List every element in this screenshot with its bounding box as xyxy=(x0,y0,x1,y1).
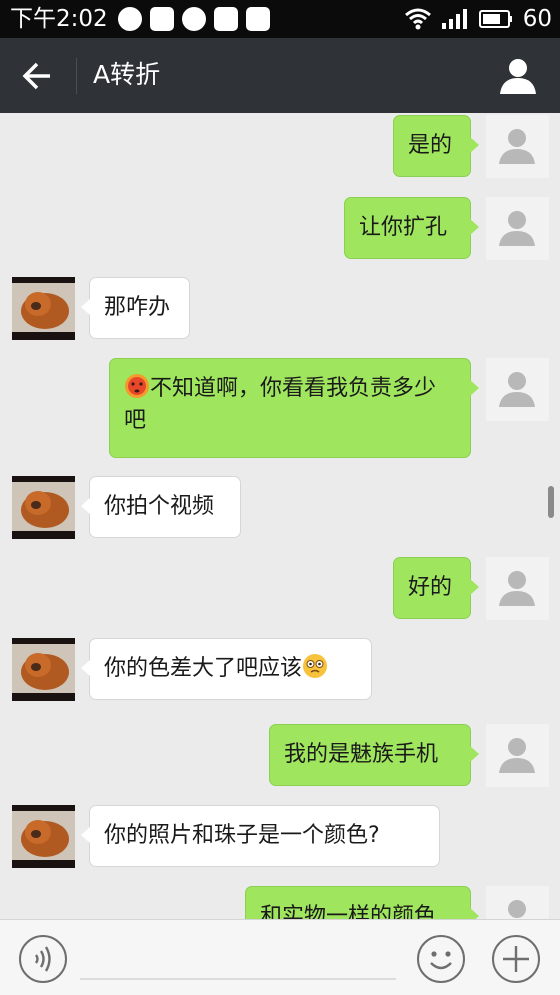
battery-icon xyxy=(478,10,512,28)
my-avatar[interactable] xyxy=(486,197,549,260)
chat-info-button[interactable] xyxy=(496,54,540,98)
scroll-indicator[interactable] xyxy=(548,486,554,518)
sent-message-bubble[interactable]: 不知道啊，你看看我负责多少吧 xyxy=(109,358,479,458)
message-row: 是的 xyxy=(0,113,560,183)
status-time: 下午2:02 xyxy=(10,6,108,32)
back-button[interactable] xyxy=(14,52,62,100)
aperture-icon xyxy=(182,7,206,31)
default-person-icon xyxy=(508,900,526,918)
received-message-bubble[interactable]: 你拍个视频 xyxy=(81,476,241,538)
received-message-bubble[interactable]: 你的照片和珠子是一个颜色? xyxy=(81,805,440,867)
message-row: 我的是魅族手机 xyxy=(0,722,560,792)
my-avatar[interactable] xyxy=(486,115,549,178)
voice-input-button[interactable] xyxy=(18,934,68,984)
default-person-icon xyxy=(499,571,535,606)
emoji-button[interactable] xyxy=(416,934,466,984)
chat-bubble-icon xyxy=(118,7,142,31)
more-options-button[interactable] xyxy=(491,934,541,984)
signal-icon xyxy=(441,9,467,29)
message-text: 你的色差大了吧应该 xyxy=(104,656,303,681)
message-text: 不知道啊，你看看我负责多少吧 xyxy=(124,376,437,433)
message-text: 好的 xyxy=(408,575,453,600)
default-person-icon xyxy=(499,129,535,164)
back-arrow-icon xyxy=(22,62,50,90)
plus-icon xyxy=(492,935,540,983)
status-bar: 下午2:02 60 xyxy=(0,0,560,38)
dizzy-face-emoji xyxy=(303,654,328,678)
contact-avatar[interactable] xyxy=(12,476,75,539)
smiley-icon xyxy=(417,935,465,983)
sms-icon xyxy=(246,7,270,31)
received-message-bubble[interactable]: 那咋办 xyxy=(81,277,190,339)
message-row: 那咋办 xyxy=(0,275,560,345)
dog-photo-icon xyxy=(12,638,75,701)
message-text: 是的 xyxy=(408,133,453,158)
header-divider xyxy=(76,58,77,94)
notification-icons xyxy=(118,7,270,31)
message-text: 我的是魅族手机 xyxy=(284,742,439,767)
battery-level: 60 xyxy=(522,6,552,32)
message-row: 你的色差大了吧应该 xyxy=(0,636,560,706)
received-message-bubble[interactable]: 你的色差大了吧应该 xyxy=(81,638,372,700)
input-bar xyxy=(0,919,560,995)
dog-photo-icon xyxy=(12,476,75,539)
contact-avatar[interactable] xyxy=(12,638,75,701)
message-text: 和实物一样的颜色 xyxy=(260,904,437,919)
sent-message-bubble[interactable]: 是的 xyxy=(393,115,479,177)
my-avatar[interactable] xyxy=(486,557,549,620)
system-indicators: 60 xyxy=(404,4,552,34)
my-avatar[interactable] xyxy=(486,886,549,919)
chat-header: A转折 xyxy=(0,38,560,113)
message-row: 让你扩孔 xyxy=(0,195,560,265)
message-text: 让你扩孔 xyxy=(359,215,448,240)
sent-message-bubble[interactable]: 好的 xyxy=(393,557,479,619)
person-icon xyxy=(500,59,536,94)
chat-messages[interactable]: 是的 让你扩孔 那咋办 不知道啊，你看看我负责多少吧 你拍个视频 好的 你的色差… xyxy=(0,113,560,919)
my-avatar[interactable] xyxy=(486,358,549,421)
weibo-icon xyxy=(150,7,174,31)
message-row: 你拍个视频 xyxy=(0,474,560,544)
message-input[interactable] xyxy=(80,978,396,980)
flushed-face-emoji xyxy=(125,374,149,398)
message-row: 和实物一样的颜色 xyxy=(0,884,560,919)
message-text: 你的照片和珠子是一个颜色? xyxy=(104,823,380,848)
qq-penguin-icon xyxy=(214,7,238,31)
message-row: 好的 xyxy=(0,555,560,625)
message-text: 那咋办 xyxy=(104,295,171,320)
sent-message-bubble[interactable]: 我的是魅族手机 xyxy=(269,724,479,786)
dog-photo-icon xyxy=(12,277,75,340)
contact-avatar[interactable] xyxy=(12,277,75,340)
sent-message-bubble[interactable]: 让你扩孔 xyxy=(344,197,479,259)
voice-icon xyxy=(19,935,67,983)
message-row: 不知道啊，你看看我负责多少吧 xyxy=(0,356,560,460)
default-person-icon xyxy=(499,211,535,246)
message-text: 你拍个视频 xyxy=(104,494,215,519)
wifi-icon xyxy=(404,8,431,30)
default-person-icon xyxy=(499,738,535,773)
chat-title: A转折 xyxy=(93,60,161,89)
dog-photo-icon xyxy=(12,805,75,868)
message-row: 你的照片和珠子是一个颜色? xyxy=(0,803,560,873)
contact-avatar[interactable] xyxy=(12,805,75,868)
default-person-icon xyxy=(499,372,535,407)
my-avatar[interactable] xyxy=(486,724,549,787)
sent-message-bubble[interactable]: 和实物一样的颜色 xyxy=(245,886,479,919)
